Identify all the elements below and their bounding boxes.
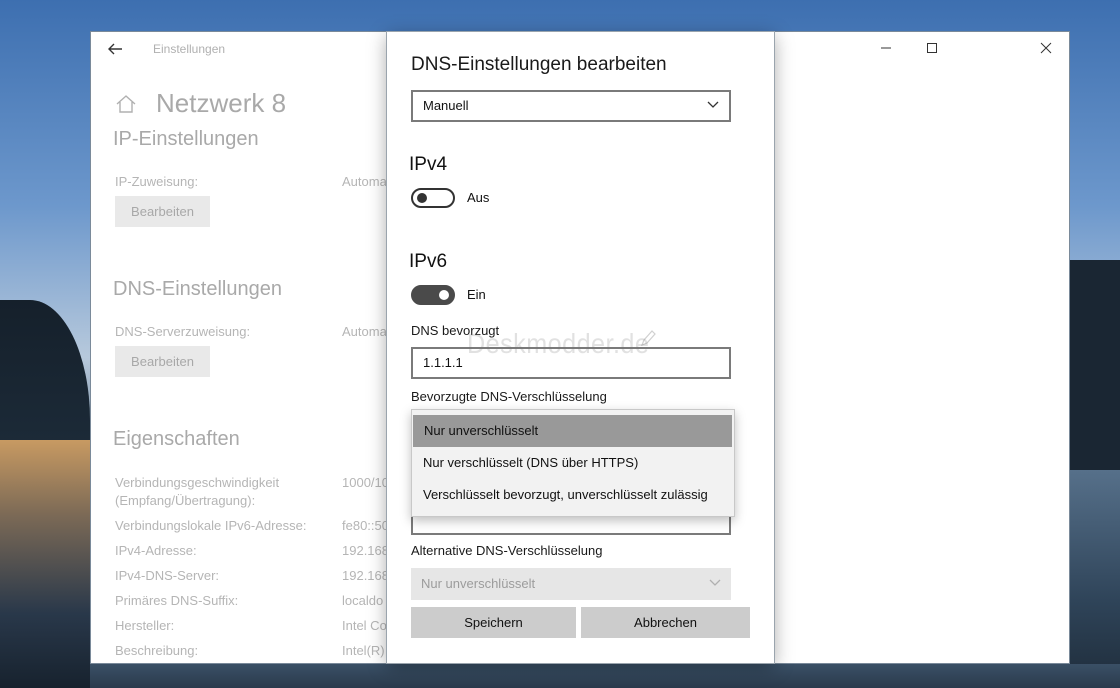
property-value: 192.168 (342, 568, 389, 583)
property-label: Beschreibung: (115, 643, 199, 658)
dialog-title: DNS-Einstellungen bearbeiten (411, 54, 667, 75)
dropdown-option[interactable]: Nur verschlüsselt (DNS über HTTPS) (412, 447, 734, 479)
home-icon[interactable] (115, 94, 137, 119)
watermark-text: Deskmodder.de (467, 328, 650, 359)
encryption-dropdown-list: Nur unverschlüsselt Nur verschlüsselt (D… (411, 409, 735, 517)
dns-settings-heading: DNS-Einstellungen (113, 278, 282, 300)
ip-assignment-label: IP-Zuweisung: (115, 174, 199, 189)
ipv4-toggle[interactable] (411, 188, 455, 208)
ipv6-toggle[interactable] (411, 285, 455, 305)
property-label: Primäres DNS-Suffix: (115, 593, 239, 608)
property-value: localdo (342, 593, 384, 608)
pencil-icon (639, 328, 657, 353)
alternate-encryption-select: Nur unverschlüsselt (411, 568, 731, 600)
dropdown-option-selected[interactable]: Nur unverschlüsselt (413, 415, 732, 447)
close-button[interactable] (1023, 32, 1069, 64)
dns-mode-select[interactable]: Manuell (411, 90, 731, 122)
property-label: IPv4-DNS-Server: (115, 568, 220, 583)
dns-assignment-value: Automa (342, 324, 387, 339)
option-label: Nur unverschlüsselt (424, 423, 539, 438)
option-label: Nur verschlüsselt (DNS über HTTPS) (423, 455, 639, 470)
ipv6-toggle-label: Ein (467, 287, 486, 302)
minimize-button[interactable] (863, 32, 909, 64)
property-label-continued: (Empfang/Übertragung): (115, 493, 256, 508)
page-title: Netzwerk 8 (156, 88, 287, 118)
properties-heading: Eigenschaften (113, 428, 240, 450)
property-value: fe80::50 (342, 518, 389, 533)
ipv6-heading: IPv6 (409, 251, 448, 272)
save-button[interactable]: Speichern (411, 607, 576, 638)
property-label: Verbindungsgeschwindigkeit (115, 475, 280, 490)
property-label: Hersteller: (115, 618, 175, 633)
ipv4-heading: IPv4 (409, 154, 448, 175)
alternate-encryption-value: Nur unverschlüsselt (421, 576, 536, 591)
option-label: Verschlüsselt bevorzugt, unverschlüsselt… (423, 487, 708, 502)
preferred-dns-value: 1.1.1.1 (423, 355, 463, 370)
ip-assignment-value: Automa (342, 174, 387, 189)
desktop-wallpaper-hill-right (1070, 260, 1120, 490)
ip-edit-button[interactable]: Bearbeiten (115, 196, 210, 227)
property-value: 1000/10 (342, 475, 389, 490)
maximize-button[interactable] (909, 32, 955, 64)
alternate-encryption-label: Alternative DNS-Verschlüsselung (411, 543, 603, 558)
desktop-wallpaper-lake-left (0, 440, 90, 688)
dns-mode-value: Manuell (423, 98, 469, 113)
chevron-down-icon (708, 575, 722, 594)
ipv4-toggle-label: Aus (467, 190, 490, 205)
cancel-button[interactable]: Abbrechen (581, 607, 750, 638)
property-value: Intel(R) (342, 643, 385, 658)
property-label: Verbindungslokale IPv6-Adresse: (115, 518, 307, 533)
dns-edit-button[interactable]: Bearbeiten (115, 346, 210, 377)
preferred-encryption-label: Bevorzugte DNS-Verschlüsselung (411, 389, 607, 404)
desktop-wallpaper-bottom (90, 664, 1120, 688)
desktop-wallpaper-lake-right (1070, 470, 1120, 688)
ip-settings-heading: IP-Einstellungen (113, 128, 259, 150)
toggle-knob (439, 290, 449, 300)
dns-assignment-label: DNS-Serverzuweisung: (115, 324, 251, 339)
dns-settings-dialog: DNS-Einstellungen bearbeiten Manuell IPv… (387, 32, 774, 663)
window-title: Einstellungen (153, 42, 226, 56)
back-arrow-icon[interactable] (105, 40, 125, 58)
property-label: IPv4-Adresse: (115, 543, 197, 558)
dropdown-option[interactable]: Verschlüsselt bevorzugt, unverschlüsselt… (412, 479, 734, 511)
property-value: 192.168 (342, 543, 389, 558)
chevron-down-icon (706, 97, 720, 116)
property-value: Intel Co (342, 618, 387, 633)
toggle-knob (417, 193, 427, 203)
